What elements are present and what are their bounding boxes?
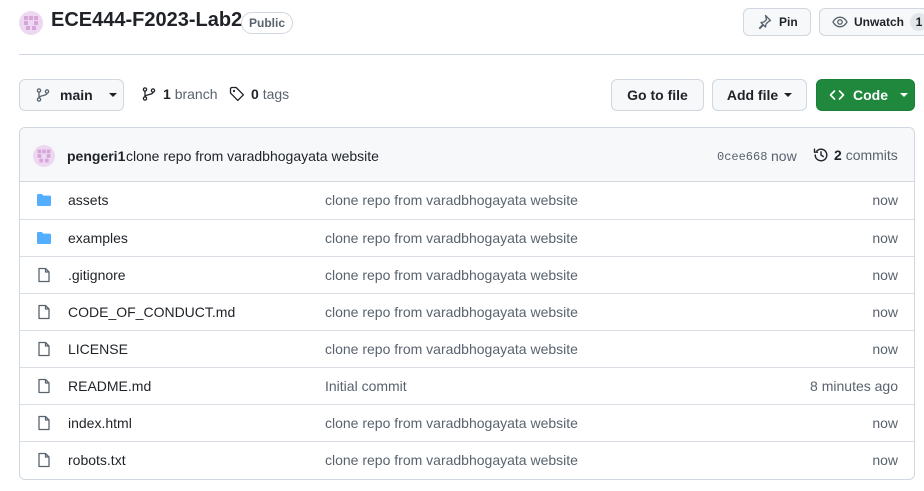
file-row[interactable]: CODE_OF_CONDUCT.md clone repo from varadb… [20,293,914,330]
identicon-avatar-icon [33,145,55,167]
commit-author-link[interactable]: pengeri1 [67,148,125,164]
file-commit-time: now [872,304,898,320]
file-row[interactable]: index.html clone repo from varadbhogayata… [20,404,914,441]
file-commit-time: now [872,341,898,357]
file-row[interactable]: README.md Initial commit 8 minutes ago [20,367,914,404]
file-icon [36,452,52,468]
eye-icon [832,16,848,28]
pin-label: Pin [779,15,798,29]
identicon-avatar-icon [19,11,43,35]
add-file-label: Add file [726,87,779,103]
file-name-link[interactable]: index.html [68,415,132,431]
branch-select-button[interactable]: main [19,79,124,111]
tags-link[interactable]: 0 tags [229,86,289,102]
file-name-link[interactable]: examples [68,230,128,246]
file-name-link[interactable]: LICENSE [68,341,128,357]
latest-commit-bar: pengeri1 clone repo from varadbhogayata … [20,128,914,182]
file-row[interactable]: examples clone repo from varadbhogayata w… [20,219,914,256]
history-icon [813,148,828,162]
file-name-link[interactable]: robots.txt [68,452,126,468]
branch-name: main [60,87,93,103]
file-commit-time: now [872,192,898,208]
file-commit-time: now [872,415,898,431]
code-button[interactable]: Code [816,79,915,111]
unwatch-label: Unwatch [853,15,904,29]
file-row[interactable]: LICENSE clone repo from varadbhogayata we… [20,330,914,367]
commits-label: commits [845,147,898,163]
file-list-box: pengeri1 clone repo from varadbhogayata … [19,127,915,480]
folder-icon [36,230,52,246]
commits-history-link[interactable]: 2 commits [813,147,898,163]
file-row[interactable]: assets clone repo from varadbhogayata web… [20,182,914,219]
file-commit-message-link[interactable]: clone repo from varadbhogayata website [325,304,578,320]
file-commit-message-link[interactable]: clone repo from varadbhogayata website [325,452,578,468]
file-row[interactable]: robots.txt clone repo from varadbhogayata… [20,441,914,478]
header-divider [19,54,924,55]
file-name-link[interactable]: .gitignore [68,267,126,283]
caret-down-icon [900,93,908,97]
file-name-link[interactable]: CODE_OF_CONDUCT.md [68,304,235,320]
file-icon [36,378,52,394]
repo-owner-avatar[interactable] [19,11,43,35]
caret-down-icon [784,93,793,97]
file-icon [36,415,52,431]
branches-link[interactable]: 1 branch [141,86,218,102]
tag-icon [229,86,245,102]
code-label: Code [853,87,888,103]
file-icon [36,341,52,357]
caret-down-icon [108,93,117,97]
repo-name-link[interactable]: ECE444-F2023-Lab2 [51,9,242,32]
git-branch-icon [36,88,50,102]
file-commit-time: now [872,230,898,246]
commit-sha-link[interactable]: 0cee668 [717,150,767,164]
pin-button[interactable]: Pin [743,8,811,36]
file-commit-time: now [872,452,898,468]
branches-label: branch [174,86,218,102]
commits-count: 2 [834,147,842,163]
commit-message-link[interactable]: clone repo from varadbhogayata website [126,148,379,164]
folder-icon [36,192,52,208]
file-commit-message-link[interactable]: clone repo from varadbhogayata website [325,267,578,283]
file-commit-time: now [872,267,898,283]
tags-count: 0 [251,86,259,102]
file-icon [36,267,52,283]
git-branch-icon [142,87,156,101]
add-file-button[interactable]: Add file [712,79,807,111]
file-rows: assets clone repo from varadbhogayata web… [20,182,914,478]
file-commit-message-link[interactable]: clone repo from varadbhogayata website [325,415,578,431]
file-commit-message-link[interactable]: Initial commit [325,378,407,394]
commit-author-avatar[interactable] [33,145,55,167]
file-name-link[interactable]: README.md [68,378,151,394]
watch-count: 1 [910,13,924,31]
file-name-link[interactable]: assets [68,192,108,208]
visibility-badge: Public [241,12,294,34]
file-commit-message-link[interactable]: clone repo from varadbhogayata website [325,230,578,246]
file-commit-message-link[interactable]: clone repo from varadbhogayata website [325,341,578,357]
go-to-file-button[interactable]: Go to file [611,79,704,111]
tags-label: tags [262,86,290,102]
code-icon [829,90,845,100]
file-row[interactable]: .gitignore clone repo from varadbhogayata… [20,256,914,293]
file-commit-message-link[interactable]: clone repo from varadbhogayata website [325,192,578,208]
pin-icon [758,14,772,30]
file-commit-time: 8 minutes ago [810,378,898,394]
branches-count: 1 [163,86,171,102]
file-icon [36,304,52,320]
unwatch-button[interactable]: Unwatch 1 [819,8,924,36]
commit-time: now [771,148,797,164]
